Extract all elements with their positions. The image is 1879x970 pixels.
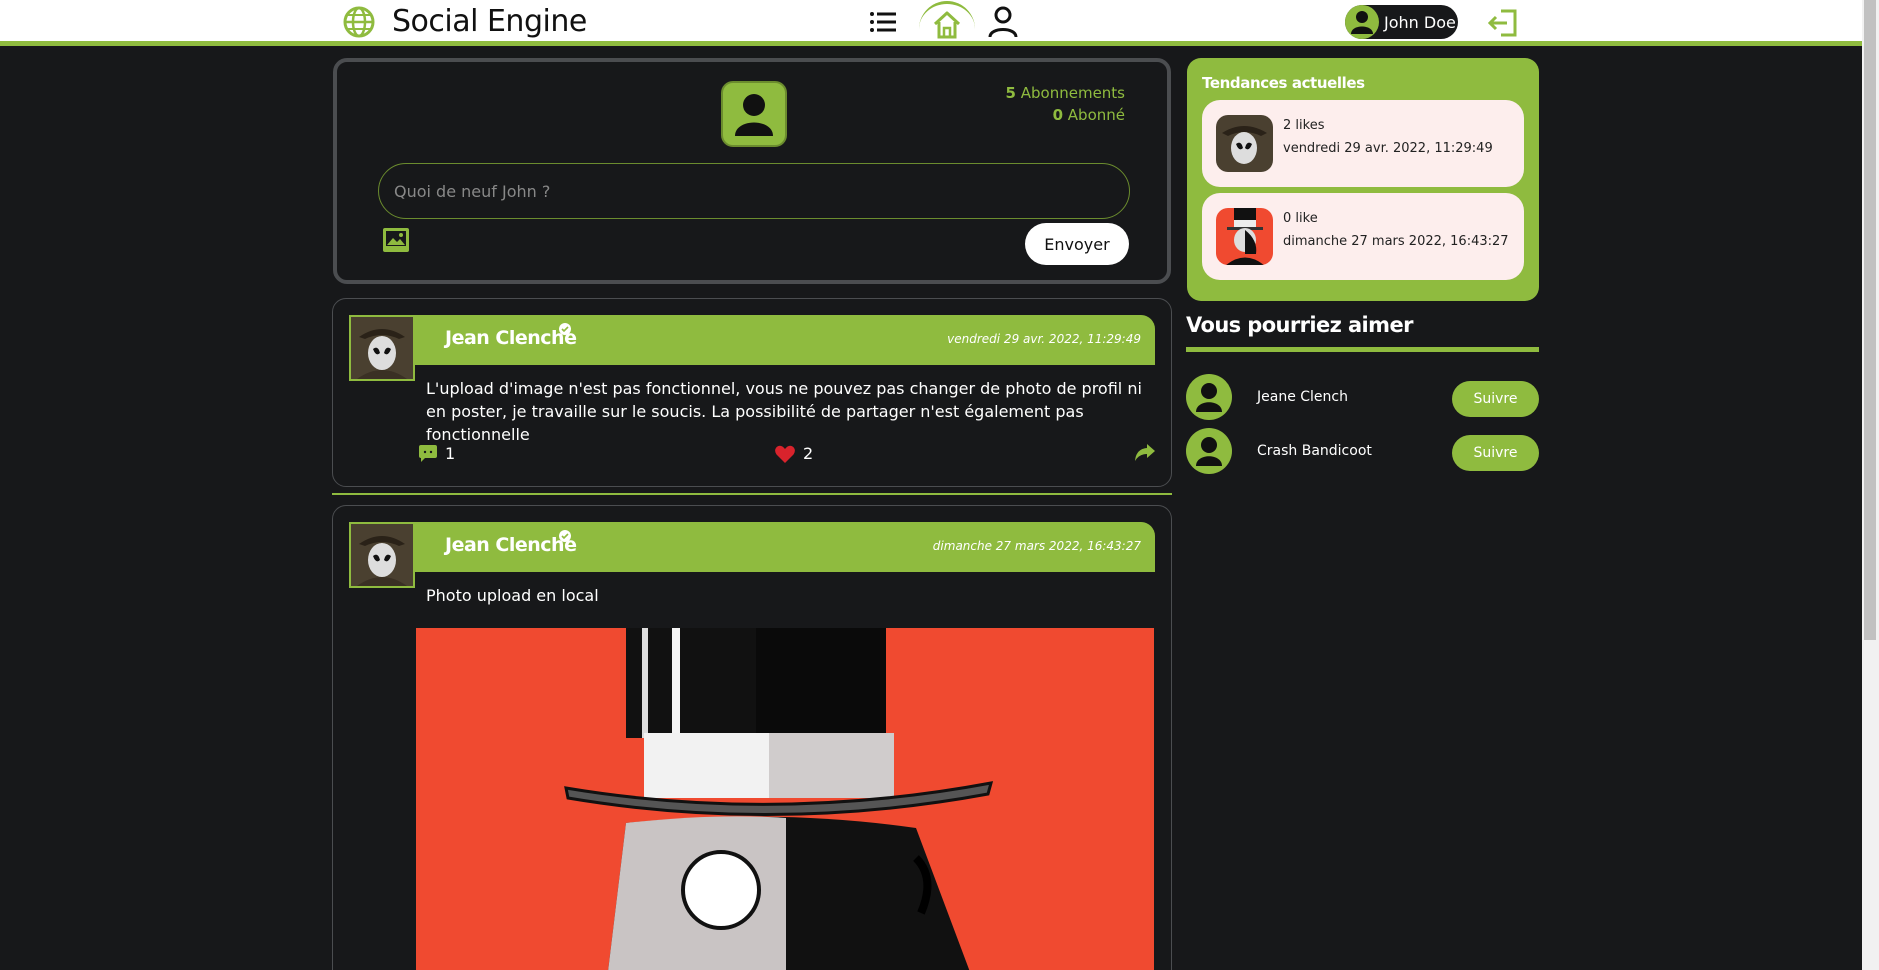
trend-likes: 2 likes xyxy=(1283,118,1325,133)
comment-icon xyxy=(419,445,437,462)
follow-button[interactable]: Suivre xyxy=(1452,381,1539,417)
like-count: 2 xyxy=(803,444,814,463)
following-label[interactable]: Abonnements xyxy=(1021,84,1125,102)
avatar xyxy=(1345,5,1379,39)
user-avatar-icon xyxy=(735,94,773,136)
avatar[interactable] xyxy=(1186,374,1232,420)
trend-card[interactable]: 2 likes vendredi 29 avr. 2022, 11:29:49 xyxy=(1202,100,1524,187)
trend-image xyxy=(1216,115,1273,172)
verified-badge-icon xyxy=(559,323,571,335)
trend-thumbnail xyxy=(1216,115,1273,172)
top-navbar: Social Engine John Doe xyxy=(0,0,1862,46)
trend-image xyxy=(1216,208,1273,265)
user-avatar-icon xyxy=(1196,383,1222,412)
follow-stats: 5 Abonnements 0 Abonné xyxy=(1006,82,1125,126)
profile-nav-button[interactable] xyxy=(983,3,1023,41)
logout-icon[interactable] xyxy=(1487,7,1519,39)
avatar[interactable] xyxy=(1186,428,1232,474)
post-header: Jean Clenche vendredi 29 avr. 2022, 11:2… xyxy=(349,315,1155,365)
post-date: dimanche 27 mars 2022, 16:43:27 xyxy=(932,539,1141,553)
post-author[interactable]: Jean Clenche xyxy=(445,327,577,349)
top-hat-illustration xyxy=(416,628,1154,970)
suggestion-item: Jeane Clench Suivre xyxy=(1186,374,1539,420)
trend-card[interactable]: 0 like dimanche 27 mars 2022, 16:43:27 xyxy=(1202,193,1524,280)
like-button[interactable]: 2 xyxy=(775,444,813,463)
comment-count: 1 xyxy=(445,444,456,463)
trend-date: vendredi 29 avr. 2022, 11:29:49 xyxy=(1283,141,1493,156)
image-upload-icon[interactable] xyxy=(383,228,409,252)
share-icon xyxy=(1135,444,1155,461)
feed-divider xyxy=(332,493,1172,495)
comment-button[interactable]: 1 xyxy=(419,444,455,463)
follow-button[interactable]: Suivre xyxy=(1452,435,1539,471)
post-card: Jean Clenche vendredi 29 avr. 2022, 11:2… xyxy=(332,298,1172,487)
trends-title: Tendances actuelles xyxy=(1202,74,1365,92)
post-input[interactable] xyxy=(378,163,1130,219)
post-author-avatar[interactable] xyxy=(349,522,415,588)
home-icon xyxy=(933,11,961,38)
suggestion-name[interactable]: Jeane Clench xyxy=(1257,389,1348,405)
suggestions-underline xyxy=(1186,347,1539,352)
feed-list-button[interactable] xyxy=(863,3,903,41)
trends-panel: Tendances actuelles 2 likes vendredi 29 … xyxy=(1187,58,1539,301)
post-author-avatar[interactable] xyxy=(349,315,415,381)
globe-icon[interactable] xyxy=(342,5,376,39)
heart-icon xyxy=(775,445,795,463)
list-icon xyxy=(870,12,896,32)
post-actions: 1 2 xyxy=(419,444,1159,468)
post-date: vendredi 29 avr. 2022, 11:29:49 xyxy=(947,332,1141,346)
post-image[interactable] xyxy=(416,628,1154,970)
suggestions-title: Vous pourriez aimer xyxy=(1186,313,1413,337)
avatar-image xyxy=(351,317,413,379)
current-user-name: John Doe xyxy=(1384,12,1456,32)
post-card: Jean Clenche dimanche 27 mars 2022, 16:4… xyxy=(332,505,1172,970)
post-text: L'upload d'image n'est pas fonctionnel, … xyxy=(426,379,1142,444)
current-user-pill[interactable]: John Doe xyxy=(1345,5,1458,39)
composer-avatar xyxy=(721,81,787,147)
user-avatar-icon xyxy=(1351,11,1373,34)
scrollbar-thumb[interactable] xyxy=(1864,0,1876,640)
user-icon xyxy=(988,6,1018,38)
post-header: Jean Clenche dimanche 27 mars 2022, 16:4… xyxy=(349,522,1155,572)
followers-label[interactable]: Abonné xyxy=(1068,106,1125,124)
trend-likes: 0 like xyxy=(1283,211,1318,226)
trend-thumbnail xyxy=(1216,208,1273,265)
avatar-image xyxy=(351,524,413,586)
post-text: Photo upload en local xyxy=(426,586,599,605)
share-button[interactable] xyxy=(1135,444,1155,462)
user-avatar-icon xyxy=(1196,437,1222,466)
post-composer: 5 Abonnements 0 Abonné Envoyer xyxy=(333,58,1171,284)
app-title[interactable]: Social Engine xyxy=(392,4,587,39)
suggestion-item: Crash Bandicoot Suivre xyxy=(1186,428,1539,474)
following-count: 5 xyxy=(1005,84,1016,102)
post-author[interactable]: Jean Clenche xyxy=(445,534,577,556)
suggestion-name[interactable]: Crash Bandicoot xyxy=(1257,443,1372,459)
home-nav-button[interactable] xyxy=(919,1,975,45)
trend-date: dimanche 27 mars 2022, 16:43:27 xyxy=(1283,234,1509,249)
send-button[interactable]: Envoyer xyxy=(1025,223,1129,265)
verified-badge-icon xyxy=(559,530,571,542)
followers-count: 0 xyxy=(1052,106,1064,124)
